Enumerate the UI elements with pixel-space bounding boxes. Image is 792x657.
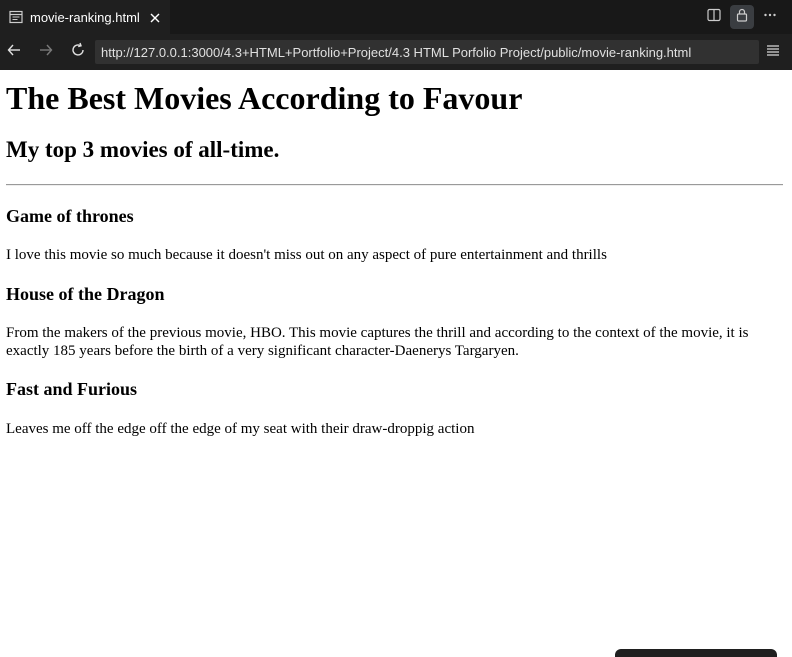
reload-button[interactable] <box>67 41 89 63</box>
split-editor-icon <box>707 8 721 27</box>
tab-movie-ranking[interactable]: movie-ranking.html <box>0 0 170 34</box>
tab-title: movie-ranking.html <box>30 9 140 25</box>
movie-title: House of the Dragon <box>6 284 165 304</box>
lock-button[interactable] <box>730 5 754 29</box>
movie-description: Leaves me off the edge off the edge of m… <box>6 421 475 437</box>
editor-tab-bar: movie-ranking.html <box>0 0 792 34</box>
back-arrow-icon <box>6 42 22 63</box>
forward-arrow-icon <box>38 42 54 63</box>
lock-icon <box>735 8 749 27</box>
split-editor-button[interactable] <box>702 5 726 29</box>
forward-button[interactable] <box>35 41 57 63</box>
page-content: The Best Movies According to Favour My t… <box>0 70 792 653</box>
page-subtitle: My top 3 movies of all-time. <box>6 137 280 162</box>
preview-file-icon <box>9 10 23 24</box>
page-title: The Best Movies According to Favour <box>6 80 523 116</box>
more-actions-button[interactable] <box>758 5 782 29</box>
movie-title: Game of thrones <box>6 206 134 226</box>
reload-icon <box>70 42 86 63</box>
movie-title: Fast and Furious <box>6 379 138 399</box>
movie-description: From the makers of the previous movie, H… <box>6 325 749 359</box>
url-text: http://127.0.0.1:3000/4.3+HTML+Portfolio… <box>101 44 692 60</box>
menu-button[interactable] <box>762 41 784 63</box>
horizontal-rule <box>6 184 783 186</box>
movie-description: I love this movie so much because it doe… <box>6 247 607 263</box>
browser-toolbar: http://127.0.0.1:3000/4.3+HTML+Portfolio… <box>0 34 792 70</box>
more-actions-icon <box>763 8 777 27</box>
url-bar[interactable]: http://127.0.0.1:3000/4.3+HTML+Portfolio… <box>95 40 759 64</box>
close-icon[interactable] <box>149 11 161 23</box>
hamburger-menu-icon <box>766 43 780 62</box>
floating-panel-edge <box>615 649 777 657</box>
back-button[interactable] <box>3 41 25 63</box>
